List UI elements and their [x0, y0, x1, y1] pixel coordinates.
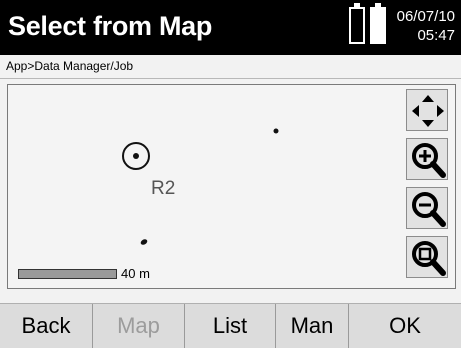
point-label: R2 — [151, 178, 176, 199]
time-text: 05:47 — [417, 27, 455, 44]
page-title: Select from Map — [8, 11, 213, 41]
scale-label: 40 m — [121, 266, 150, 281]
zoom-out-icon — [412, 192, 446, 227]
date-text: 06/07/10 — [396, 8, 455, 25]
list-button[interactable]: List — [185, 304, 276, 348]
title-bar: Select from Map 06/07/10 05:47 — [0, 0, 461, 55]
breadcrumb-text: App>Data Manager/Job — [6, 59, 134, 73]
breadcrumb: App>Data Manager/Job — [0, 55, 461, 79]
zoom-in-icon — [412, 143, 446, 178]
map-canvas — [122, 128, 279, 246]
zoom-fit-button[interactable] — [406, 236, 448, 278]
battery-empty-icon — [349, 3, 365, 44]
battery-full-icon — [370, 3, 386, 44]
map-point-selected[interactable] — [133, 153, 139, 159]
scale-bar — [18, 269, 117, 279]
date-time: 06/07/10 05:47 — [385, 7, 455, 45]
map-view[interactable]: R2 40 m — [7, 84, 456, 289]
pan-button[interactable] — [406, 89, 448, 131]
zoom-in-button[interactable] — [406, 138, 448, 180]
zoom-fit-icon — [412, 241, 446, 276]
screen: Select from Map 06/07/10 05:47 App>Data … — [0, 0, 461, 348]
manual-button[interactable]: Man — [276, 304, 349, 348]
pan-arrows-icon — [412, 95, 444, 127]
map-point[interactable] — [273, 128, 279, 134]
map-point[interactable] — [140, 238, 149, 246]
zoom-out-button[interactable] — [406, 187, 448, 229]
softkey-bar: Back Map List Man OK — [0, 303, 461, 348]
map-button[interactable]: Map — [93, 304, 185, 348]
ok-button[interactable]: OK — [349, 304, 461, 348]
back-button[interactable]: Back — [0, 304, 93, 348]
